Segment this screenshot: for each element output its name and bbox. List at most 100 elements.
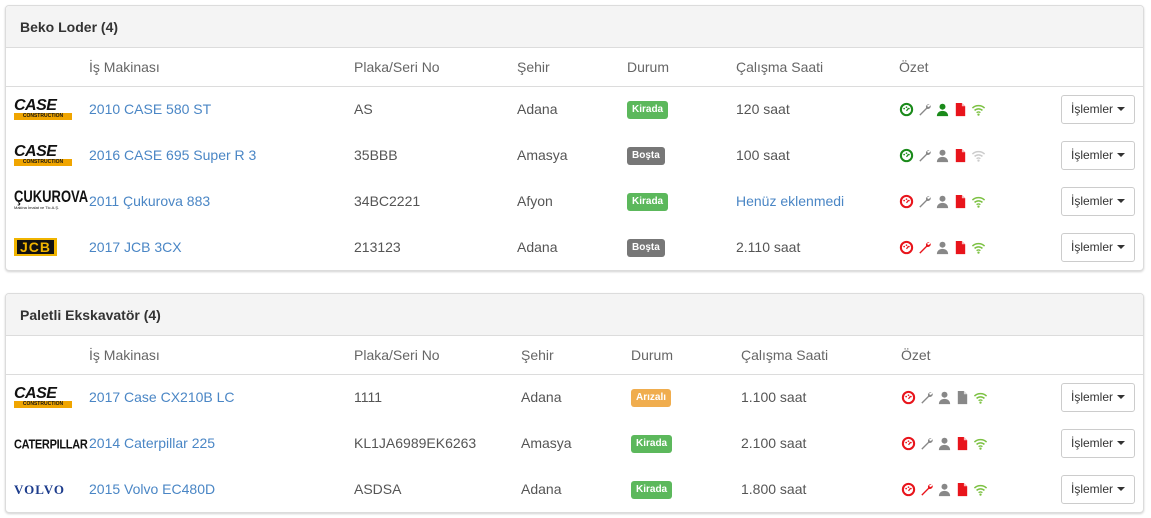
gauge-icon[interactable] xyxy=(899,194,914,209)
wifi-icon[interactable] xyxy=(971,148,986,163)
actions-cell: İşlemler xyxy=(1019,224,1143,270)
actions-label: İşlemler xyxy=(1070,436,1113,450)
machine-link[interactable]: 2016 CASE 695 Super R 3 xyxy=(89,147,256,163)
table-row: CASE CONSTRUCTION 2016 CASE 695 Super R 3 3… xyxy=(6,132,1143,178)
machine-list: Beko Loder (4) İş Makinası Plaka/Seri No Şe… xyxy=(5,5,1144,513)
document-icon[interactable] xyxy=(955,436,970,451)
actions-dropdown-button[interactable]: İşlemler xyxy=(1060,94,1135,124)
brand-logo-case: CASE CONSTRUCTION xyxy=(14,386,72,409)
name-cell: 2015 Volvo EC480D xyxy=(89,466,354,512)
document-icon[interactable] xyxy=(955,482,970,497)
actions-cell: İşlemler xyxy=(1021,466,1143,512)
document-icon[interactable] xyxy=(953,102,968,117)
summary-cell xyxy=(899,224,1019,270)
gauge-icon[interactable] xyxy=(901,436,916,451)
caret-down-icon xyxy=(1117,441,1125,445)
gauge-icon[interactable] xyxy=(899,240,914,255)
actions-label: İşlemler xyxy=(1070,240,1113,254)
gauge-icon[interactable] xyxy=(901,390,916,405)
document-icon[interactable] xyxy=(953,148,968,163)
machine-link[interactable]: 2015 Volvo EC480D xyxy=(89,481,215,497)
summary-icons xyxy=(899,148,1019,163)
machine-link[interactable]: 2010 CASE 580 ST xyxy=(89,101,211,117)
machine-link[interactable]: 2014 Caterpillar 225 xyxy=(89,435,215,451)
user-icon[interactable] xyxy=(937,436,952,451)
column-header-actions xyxy=(1021,336,1143,375)
status-cell: Boşta xyxy=(627,132,736,178)
document-icon[interactable] xyxy=(953,194,968,209)
actions-dropdown-button[interactable]: İşlemler xyxy=(1060,382,1135,412)
status-cell: Boşta xyxy=(627,224,736,270)
column-header: Plaka/Seri No xyxy=(354,48,517,87)
machine-link[interactable]: 2011 Çukurova 883 xyxy=(89,193,210,209)
wifi-icon[interactable] xyxy=(973,482,988,497)
add-hours-link[interactable]: Henüz eklenmedi xyxy=(736,193,844,209)
wifi-icon[interactable] xyxy=(971,102,986,117)
brand-logo-case: CASE CONSTRUCTION xyxy=(14,144,72,166)
logo-cell: CATERPILLAR xyxy=(6,420,89,466)
category-panel: Beko Loder (4) İş Makinası Plaka/Seri No Şe… xyxy=(5,5,1144,271)
user-icon[interactable] xyxy=(935,148,950,163)
name-cell: 2017 Case CX210B LC xyxy=(89,374,354,420)
actions-label: İşlemler xyxy=(1070,390,1113,405)
plate-cell: AS xyxy=(354,101,373,118)
wrench-icon[interactable] xyxy=(917,194,932,209)
user-icon[interactable] xyxy=(937,390,952,405)
actions-dropdown-button[interactable]: İşlemler xyxy=(1060,186,1135,216)
document-icon[interactable] xyxy=(955,390,970,405)
hours-value: 100 saat xyxy=(736,147,790,163)
city-cell: Amasya xyxy=(521,435,572,451)
summary-icons xyxy=(899,102,1019,117)
status-cell: Kirada xyxy=(631,420,741,466)
user-icon[interactable] xyxy=(935,240,950,255)
hours-cell: 2.100 saat xyxy=(741,420,901,466)
wrench-icon[interactable] xyxy=(917,240,932,255)
machine-table: İş Makinası Plaka/Seri No Şehir Durum Çalışm… xyxy=(6,336,1143,512)
logo-cell: CASE CONSTRUCTION xyxy=(6,86,89,132)
wrench-icon[interactable] xyxy=(919,482,934,497)
wrench-icon[interactable] xyxy=(919,390,934,405)
column-header: İş Makinası xyxy=(89,48,354,87)
user-icon[interactable] xyxy=(935,102,950,117)
wifi-icon[interactable] xyxy=(973,436,988,451)
status-badge: Boşta xyxy=(627,147,665,165)
hours-cell: 100 saat xyxy=(736,132,899,178)
table-row: VOLVO 2015 Volvo EC480D ASDSA Adana Kirada 1.… xyxy=(6,466,1143,512)
user-icon[interactable] xyxy=(937,482,952,497)
gauge-icon[interactable] xyxy=(899,102,914,117)
brand-logo-jcb: JCB xyxy=(14,238,58,256)
brand-logo-cukurova: ÇUKUROVA Makina İmalat ve Tic.A.Ş. xyxy=(14,187,89,210)
gauge-icon[interactable] xyxy=(899,148,914,163)
wrench-icon[interactable] xyxy=(919,436,934,451)
table-row: CASE CONSTRUCTION 2010 CASE 580 ST AS Adana K… xyxy=(6,86,1143,132)
wifi-icon[interactable] xyxy=(971,240,986,255)
name-cell: 2016 CASE 695 Super R 3 xyxy=(89,132,354,178)
gauge-icon[interactable] xyxy=(901,482,916,497)
wifi-icon[interactable] xyxy=(973,390,988,405)
actions-label: İşlemler xyxy=(1070,482,1113,496)
column-header-logo xyxy=(6,48,89,87)
plate-cell: 35BBB xyxy=(354,147,398,163)
machine-link[interactable]: 2017 JCB 3CX xyxy=(89,239,182,255)
actions-dropdown-button[interactable]: İşlemler xyxy=(1060,140,1135,170)
machine-link[interactable]: 2017 Case CX210B LC xyxy=(89,389,235,405)
summary-cell xyxy=(901,420,1021,466)
actions-label: İşlemler xyxy=(1070,102,1113,117)
machine-table: İş Makinası Plaka/Seri No Şehir Durum Çalışm… xyxy=(6,48,1143,270)
column-header: Çalışma Saati xyxy=(741,336,901,375)
actions-dropdown-button[interactable]: İşlemler xyxy=(1060,428,1135,458)
document-icon[interactable] xyxy=(953,240,968,255)
table-row: CATERPILLAR 2014 Caterpillar 225 KL1JA6989… xyxy=(6,420,1143,466)
wifi-icon[interactable] xyxy=(971,194,986,209)
user-icon[interactable] xyxy=(935,194,950,209)
wrench-icon[interactable] xyxy=(917,148,932,163)
city-cell: Adana xyxy=(521,481,562,497)
brand-logo-case: CASE CONSTRUCTION xyxy=(14,98,72,121)
actions-dropdown-button[interactable]: İşlemler xyxy=(1060,232,1135,262)
logo-cell: ÇUKUROVA Makina İmalat ve Tic.A.Ş. xyxy=(6,178,89,224)
summary-icons xyxy=(899,194,1019,209)
hours-cell: 1.100 saat xyxy=(741,374,901,420)
wrench-icon[interactable] xyxy=(917,102,932,117)
status-badge: Kirada xyxy=(627,101,669,120)
actions-dropdown-button[interactable]: İşlemler xyxy=(1060,474,1135,504)
